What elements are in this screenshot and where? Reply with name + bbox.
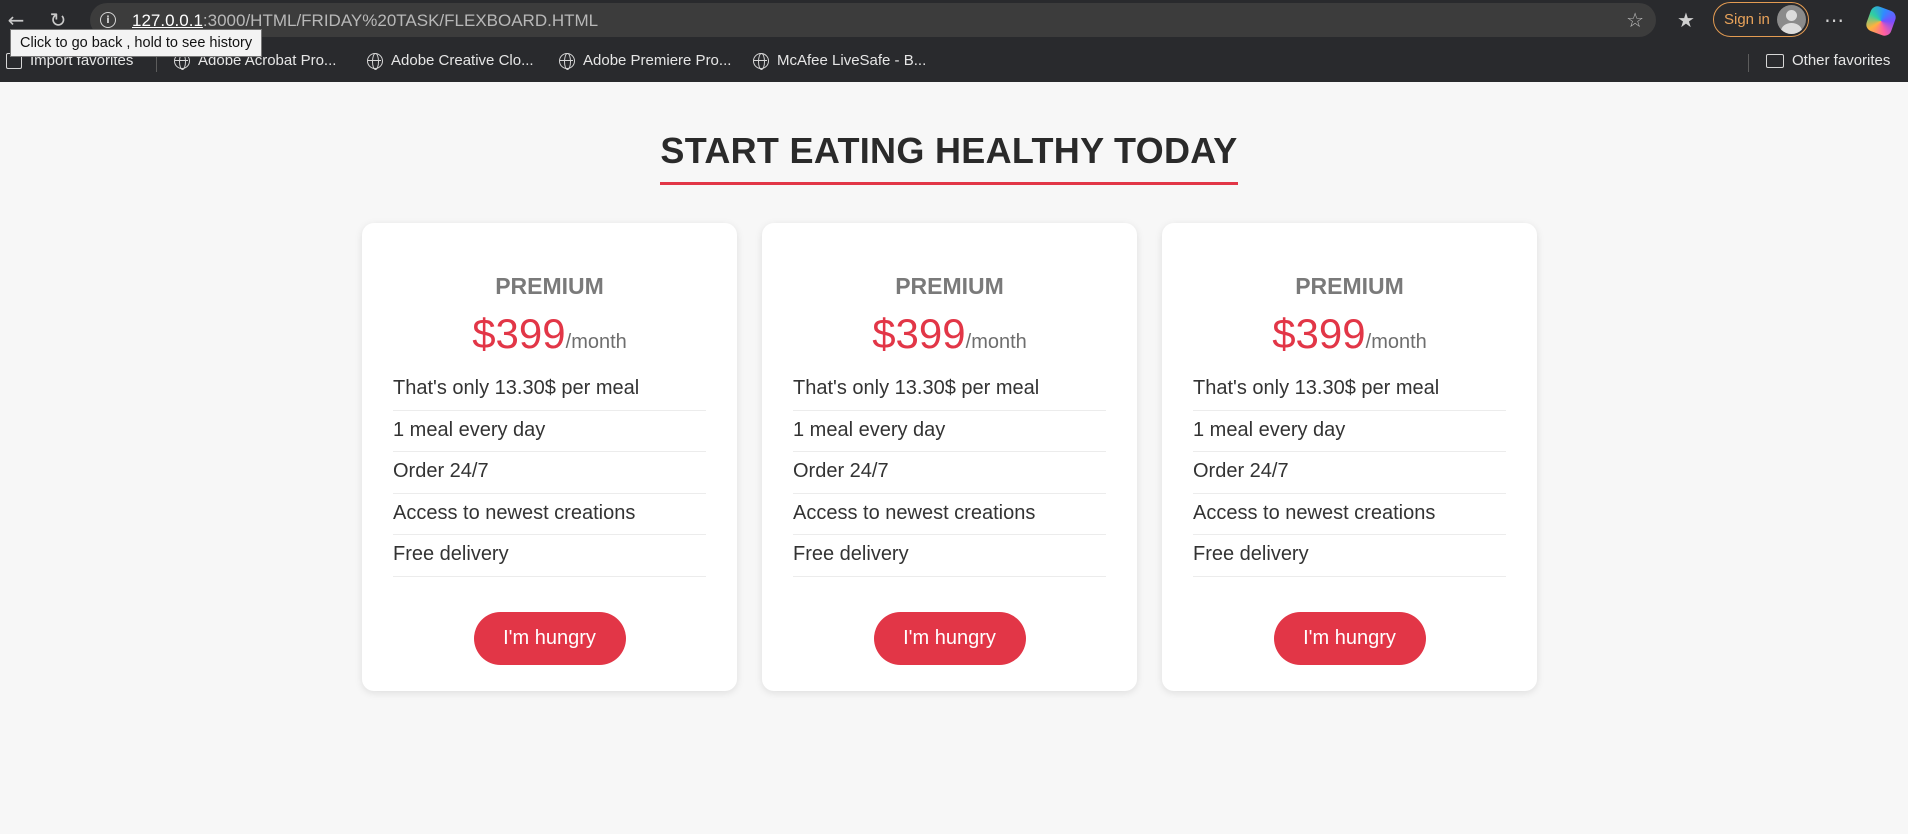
page-content: START EATING HEALTHY TODAY PREMIUM $399/…: [0, 82, 1908, 834]
sign-in-button[interactable]: Sign in: [1713, 2, 1809, 37]
page-title: START EATING HEALTHY TODAY: [660, 130, 1238, 185]
info-icon[interactable]: i: [100, 12, 116, 28]
feature-item: Access to newest creations: [793, 494, 1106, 535]
other-favorites[interactable]: Other favorites: [1766, 52, 1890, 69]
plan-price: $399/month: [1193, 310, 1506, 358]
feature-item: 1 meal every day: [1193, 411, 1506, 452]
feature-list: That's only 13.30$ per meal 1 meal every…: [793, 369, 1106, 577]
feature-list: That's only 13.30$ per meal 1 meal every…: [1193, 369, 1506, 577]
button-wrap: I'm hungry: [793, 611, 1106, 665]
bookmarks-bar: Import favorites Adobe Acrobat Pro... Ad…: [0, 40, 1908, 82]
globe-icon: [753, 52, 769, 70]
hungry-button[interactable]: I'm hungry: [473, 611, 626, 665]
plan-price: $399/month: [393, 310, 706, 358]
feature-item: Access to newest creations: [393, 494, 706, 535]
price-amount: $399: [1272, 310, 1366, 357]
feature-item: Order 24/7: [1193, 452, 1506, 494]
pricing-cards: PREMIUM $399/month That's only 13.30$ pe…: [362, 223, 1537, 691]
folder-icon: [1766, 53, 1784, 68]
bookmark-divider: [1748, 54, 1749, 72]
plan-name: PREMIUM: [1295, 273, 1404, 299]
button-wrap: I'm hungry: [393, 611, 706, 665]
globe-icon: [367, 52, 383, 70]
browser-chrome: ← ↻ i 127.0.0.1:3000/HTML/FRIDAY%20TASK/…: [0, 0, 1908, 82]
feature-item: That's only 13.30$ per meal: [1193, 369, 1506, 411]
copilot-icon[interactable]: [1864, 4, 1898, 38]
url-text[interactable]: 127.0.0.1:3000/HTML/FRIDAY%20TASK/FLEXBO…: [132, 11, 598, 31]
feature-item: Free delivery: [793, 535, 1106, 577]
plan-name: PREMIUM: [895, 273, 1004, 299]
bookmark-label: McAfee LiveSafe - B...: [777, 52, 927, 69]
bookmark-item[interactable]: Adobe Premiere Pro...: [559, 52, 732, 70]
price-amount: $399: [872, 310, 966, 357]
more-icon[interactable]: ⋯: [1820, 6, 1848, 34]
bookmark-item[interactable]: McAfee LiveSafe - B...: [753, 52, 927, 70]
feature-list: That's only 13.30$ per meal 1 meal every…: [393, 369, 706, 577]
hungry-button[interactable]: I'm hungry: [1273, 611, 1426, 665]
hungry-button[interactable]: I'm hungry: [873, 611, 1026, 665]
feature-item: That's only 13.30$ per meal: [793, 369, 1106, 411]
pricing-card: PREMIUM $399/month That's only 13.30$ pe…: [1162, 223, 1537, 691]
button-wrap: I'm hungry: [1193, 611, 1506, 665]
feature-item: Free delivery: [393, 535, 706, 577]
feature-item: 1 meal every day: [793, 411, 1106, 452]
url-host: 127.0.0.1: [132, 11, 203, 30]
feature-item: Access to newest creations: [1193, 494, 1506, 535]
plan-price: $399/month: [793, 310, 1106, 358]
address-bar[interactable]: i 127.0.0.1:3000/HTML/FRIDAY%20TASK/FLEX…: [90, 3, 1656, 37]
star-icon[interactable]: ☆: [1626, 8, 1644, 32]
other-favorites-label: Other favorites: [1792, 52, 1891, 69]
price-amount: $399: [472, 310, 566, 357]
bookmark-label: Adobe Premiere Pro...: [583, 52, 732, 69]
browser-toolbar: ← ↻ i 127.0.0.1:3000/HTML/FRIDAY%20TASK/…: [0, 0, 1908, 40]
back-tooltip: Click to go back , hold to see history: [10, 29, 263, 57]
bookmark-label: Adobe Creative Clo...: [391, 52, 534, 69]
feature-item: Order 24/7: [793, 452, 1106, 494]
avatar: [1777, 5, 1806, 34]
feature-item: 1 meal every day: [393, 411, 706, 452]
price-period: /month: [1365, 331, 1427, 353]
url-path: :3000/HTML/FRIDAY%20TASK/FLEXBOARD.HTML: [202, 11, 599, 30]
pricing-card: PREMIUM $399/month That's only 13.30$ pe…: [362, 223, 737, 691]
favorites-icon[interactable]: ★: [1672, 6, 1700, 34]
page-title-wrap: START EATING HEALTHY TODAY: [0, 130, 1898, 185]
plan-name: PREMIUM: [495, 273, 604, 299]
feature-item: Free delivery: [1193, 535, 1506, 577]
pricing-card: PREMIUM $399/month That's only 13.30$ pe…: [762, 223, 1137, 691]
bookmark-item[interactable]: Adobe Creative Clo...: [367, 52, 534, 70]
sign-in-label: Sign in: [1724, 11, 1770, 28]
price-period: /month: [965, 331, 1027, 353]
globe-icon: [559, 52, 575, 70]
feature-item: That's only 13.30$ per meal: [393, 369, 706, 411]
feature-item: Order 24/7: [393, 452, 706, 494]
price-period: /month: [565, 331, 627, 353]
